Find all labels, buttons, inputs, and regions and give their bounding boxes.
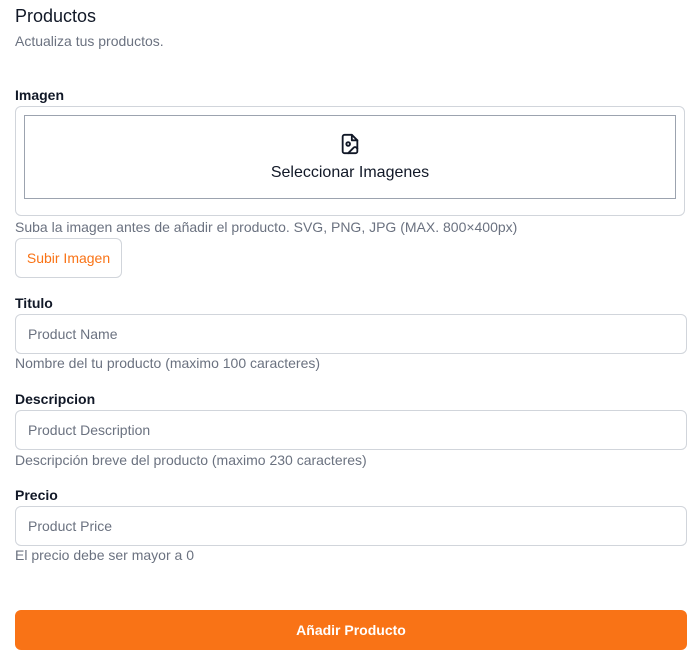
upload-image-button[interactable]: Subir Imagen [15,238,122,278]
product-name-input[interactable] [15,314,687,354]
dropzone-label: Seleccionar Imagenes [270,164,430,181]
page-title: Productos [15,6,97,26]
image-dropzone-container: Seleccionar Imagenes [15,106,685,216]
product-description-input[interactable] [15,410,687,450]
title-label: Titulo [15,295,53,311]
file-image-icon [341,133,359,155]
product-price-input[interactable] [15,506,687,546]
page-subtitle: Actualiza tus productos. [15,33,164,49]
image-dropzone[interactable]: Seleccionar Imagenes [24,115,676,199]
image-hint: Suba la imagen antes de añadir el produc… [15,219,518,235]
price-label: Precio [15,487,58,503]
price-hint: El precio debe ser mayor a 0 [15,547,194,563]
description-hint: Descripción breve del producto (maximo 2… [15,452,367,468]
product-form-page: Productos Actualiza tus productos. Image… [0,0,691,657]
image-label: Imagen [15,87,65,103]
title-hint: Nombre del tu producto (maximo 100 carac… [15,355,321,371]
add-product-button[interactable]: Añadir Producto [15,610,687,650]
description-label: Descripcion [15,391,96,407]
